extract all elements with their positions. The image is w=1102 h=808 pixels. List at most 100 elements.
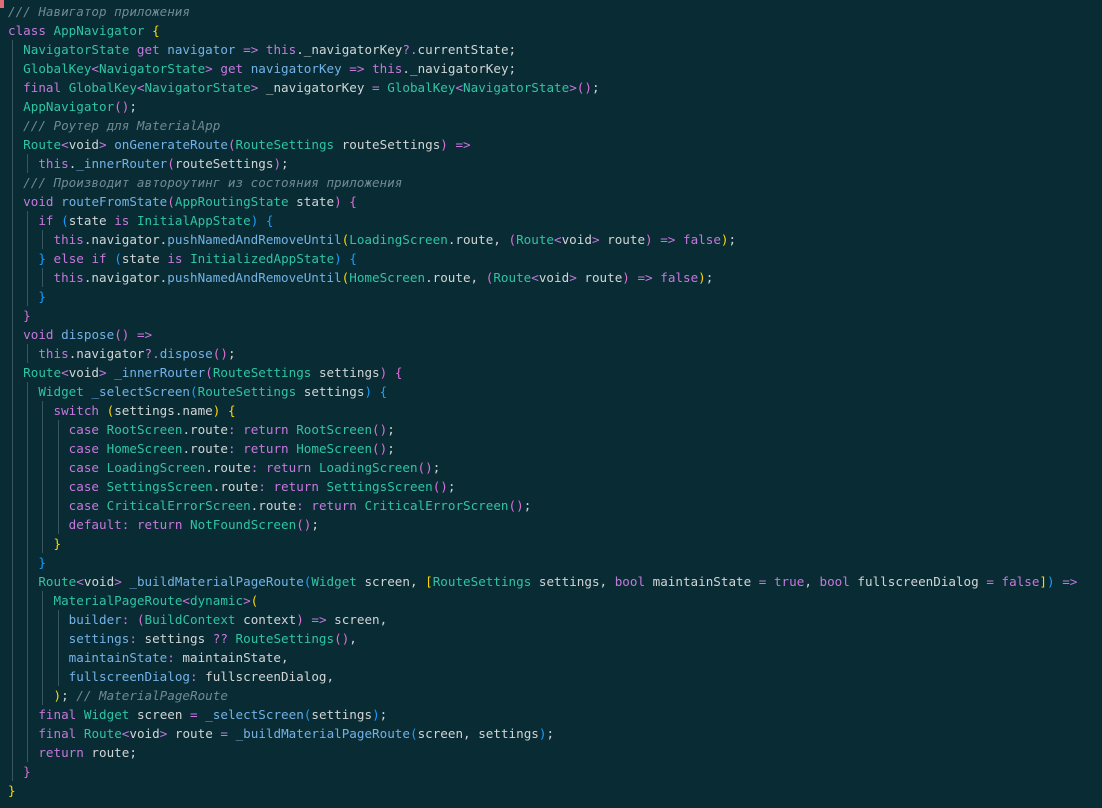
code-editor[interactable]: /// Навигатор приложения class AppNavigat… — [0, 0, 1102, 808]
code-line[interactable]: case LoadingScreen.route: return Loading… — [0, 458, 1077, 477]
code-token: ) — [720, 232, 729, 247]
code-token: case — [68, 422, 100, 437]
code-line[interactable]: } — [0, 553, 1077, 572]
code-token: get — [136, 42, 160, 57]
code-token: ( — [61, 213, 69, 228]
code-line[interactable]: } — [0, 306, 1077, 325]
code-line[interactable]: this.navigator.pushNamedAndRemoveUntil (L… — [0, 230, 1077, 249]
code-line[interactable]: class AppNavigator { — [0, 21, 1077, 40]
code-token: = — [220, 726, 228, 741]
code-token: this — [372, 61, 403, 76]
code-line[interactable]: final Widget screen = _selectScreen(sett… — [0, 705, 1077, 724]
code-line[interactable]: GlobalKey<NavigatorState> get navigatorK… — [0, 59, 1077, 78]
code-token: ; — [523, 498, 532, 513]
code-token: ( — [136, 612, 145, 627]
code-token: Widget — [38, 384, 84, 399]
indent-guide — [12, 363, 13, 382]
code-line[interactable]: /// Роутер для MaterialApp — [0, 116, 1077, 135]
indent-guide — [12, 686, 13, 705]
code-token: if — [38, 213, 54, 228]
code-line[interactable]: NavigatorState get navigator => this._na… — [0, 40, 1077, 59]
code-token: ( — [372, 422, 380, 437]
code-line[interactable]: } — [0, 781, 1077, 800]
code-line[interactable]: case HomeScreen.route: return HomeScreen… — [0, 439, 1077, 458]
code-token: => — [637, 270, 653, 285]
code-line[interactable]: final Route<void> route = _buildMaterial… — [0, 724, 1077, 743]
indent-guide — [12, 40, 13, 59]
indent-guide — [27, 458, 28, 477]
indent-guide — [12, 591, 13, 610]
code-line[interactable]: void dispose() => — [0, 325, 1077, 344]
code-token: BuildContext — [144, 612, 236, 627]
indent-guide — [27, 401, 28, 420]
indent-guide — [42, 515, 43, 534]
code-line[interactable]: fullscreenDialog: fullscreenDialog, — [0, 667, 1077, 686]
code-line[interactable]: MaterialPageRoute<dynamic>( — [0, 591, 1077, 610]
code-comment: /// Навигатор приложения — [8, 4, 190, 19]
code-line[interactable]: if (state is InitialAppState) { — [0, 211, 1077, 230]
code-token: < — [91, 61, 100, 76]
indent-guide — [42, 420, 43, 439]
code-line[interactable]: void routeFromState(AppRoutingState stat… — [0, 192, 1077, 211]
code-line[interactable]: } else if (state is InitializedAppState)… — [0, 249, 1077, 268]
code-line[interactable]: Route<void> _buildMaterialPageRoute(Widg… — [0, 572, 1077, 591]
code-line[interactable]: this.navigator.pushNamedAndRemoveUntil(H… — [0, 268, 1077, 287]
code-line[interactable]: this.navigator?.dispose(); — [0, 344, 1077, 363]
code-token: < — [531, 270, 539, 285]
indent-guide — [27, 230, 28, 249]
code-token: context — [235, 612, 297, 627]
code-token: ( — [296, 517, 304, 532]
indent-guide — [12, 78, 13, 97]
code-token: { — [379, 384, 388, 399]
code-token: NavigatorState — [144, 80, 251, 95]
code-line[interactable]: case SettingsScreen.route: return Settin… — [0, 477, 1077, 496]
code-line[interactable]: builder: (BuildContext context) => scree… — [0, 610, 1077, 629]
code-token: _buildMaterialPageRoute — [129, 574, 304, 589]
indent-guide — [12, 648, 13, 667]
code-line[interactable]: Route<void> onGenerateRoute(RouteSetting… — [0, 135, 1077, 154]
code-line[interactable]: case RootScreen.route: return RootScreen… — [0, 420, 1077, 439]
code-line[interactable]: maintainState: maintainState, — [0, 648, 1077, 667]
code-token: ( — [334, 631, 342, 646]
code-token: this — [53, 232, 84, 247]
code-line[interactable]: return route; — [0, 743, 1077, 762]
code-line[interactable]: } — [0, 762, 1077, 781]
code-line[interactable]: switch (settings.name) { — [0, 401, 1077, 420]
code-token: fullscreenDialog — [68, 669, 190, 684]
code-token: is — [167, 251, 183, 266]
indent-guide — [42, 629, 43, 648]
code-token: ) — [516, 498, 524, 513]
code-line[interactable]: Route<void> _innerRouter(RouteSettings s… — [0, 363, 1077, 382]
code-token: ; — [447, 479, 456, 494]
code-line[interactable]: /// Навигатор приложения — [0, 2, 1077, 21]
code-line[interactable]: final GlobalKey<NavigatorState> _navigat… — [0, 78, 1077, 97]
indent-guide — [12, 135, 13, 154]
code-line[interactable]: AppNavigator(); — [0, 97, 1077, 116]
indent-guide — [27, 344, 28, 363]
code-line[interactable]: /// Производит автороутинг из состояния … — [0, 173, 1077, 192]
code-token: ; — [379, 707, 388, 722]
code-line[interactable]: settings: settings ?? RouteSettings(), — [0, 629, 1077, 648]
code-line[interactable]: case CriticalErrorScreen.route: return C… — [0, 496, 1077, 515]
code-token: < — [76, 574, 84, 589]
code-line[interactable]: } — [0, 287, 1077, 306]
code-line[interactable]: } — [0, 534, 1077, 553]
code-line[interactable]: ); // MaterialPageRoute — [0, 686, 1077, 705]
code-line[interactable]: this._innerRouter(routeSettings); — [0, 154, 1077, 173]
code-token: state — [121, 251, 168, 266]
code-line[interactable]: default: return NotFoundScreen(); — [0, 515, 1077, 534]
code-line[interactable]: Widget _selectScreen(RouteSettings setti… — [0, 382, 1077, 401]
code-token: settings, — [531, 574, 615, 589]
code-token: ( — [372, 441, 380, 456]
code-token: ._navigatorKey; — [402, 61, 517, 76]
code-token: : — [190, 669, 198, 684]
code-token: default — [68, 517, 122, 532]
code-view[interactable]: /// Навигатор приложения class AppNavigat… — [0, 0, 1077, 800]
code-token: < — [182, 593, 190, 608]
